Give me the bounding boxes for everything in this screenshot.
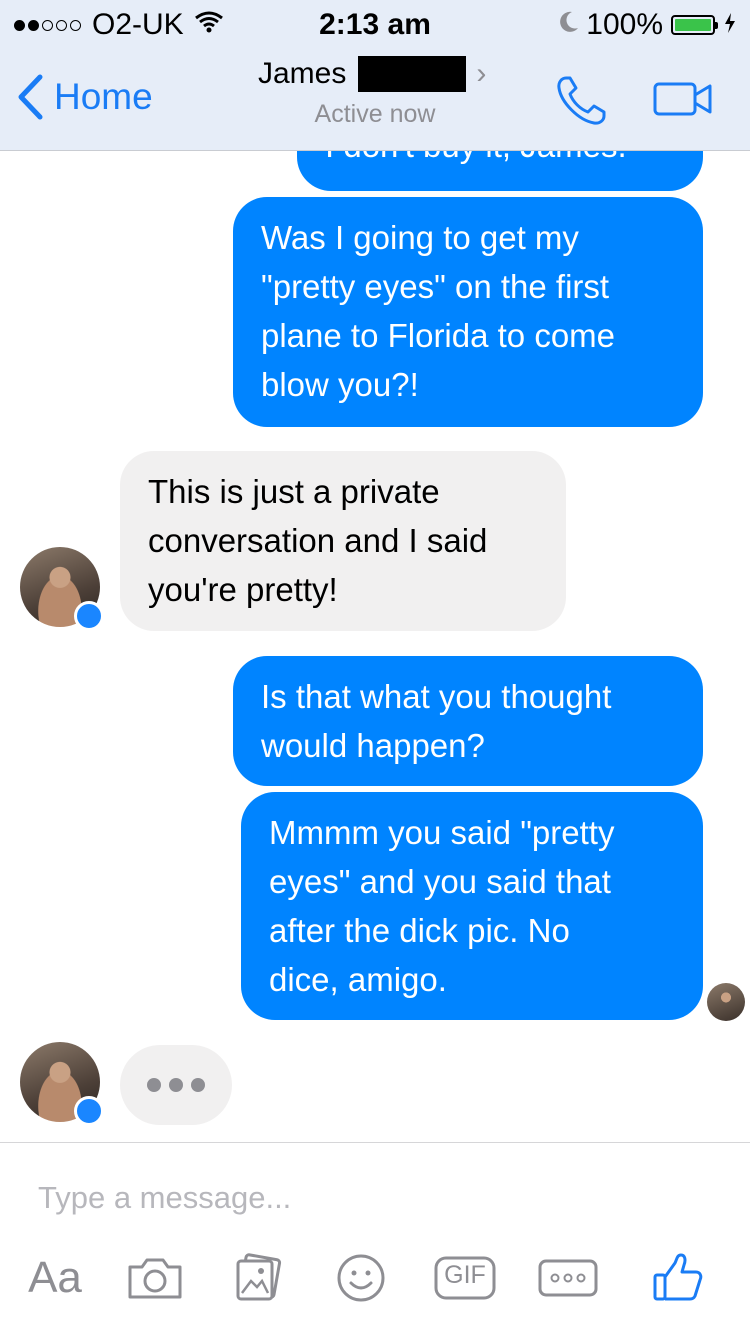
contact-avatar[interactable] [20,1042,104,1126]
video-call-button[interactable] [652,78,716,125]
more-icon [538,1259,598,1297]
redacted-surname [358,56,467,92]
contact-name-button[interactable]: James › [258,56,486,92]
gif-button[interactable]: GIF [433,1243,497,1313]
moon-icon [558,8,580,42]
battery-icon [671,15,718,35]
active-status: Active now [314,100,436,128]
status-right: 100% [558,8,736,42]
status-bar: O2-UK 2:13 am 100% [0,0,750,48]
gallery-button[interactable] [232,1243,284,1313]
gif-label: GIF [444,1261,486,1289]
message-bubble-outgoing[interactable]: I don't buy it, James. [297,151,703,191]
more-button[interactable] [537,1243,599,1313]
messenger-badge-icon [74,601,104,631]
chevron-right-icon: › [476,57,487,90]
composer: Aa [0,1142,750,1334]
camera-button[interactable] [124,1243,186,1313]
contact-avatar[interactable] [20,547,104,631]
message-bubble-outgoing[interactable]: Is that what you thought would happen? [233,656,703,786]
charging-icon [724,8,736,42]
message-thread[interactable]: I don't buy it, James. Was I going to ge… [0,151,750,1141]
typing-indicator [120,1045,232,1125]
text-format-button[interactable]: Aa [20,1243,90,1313]
like-button[interactable] [650,1243,706,1313]
phone-icon [557,76,606,125]
aa-label: Aa [28,1253,82,1302]
message-bubble-outgoing[interactable]: Mmmm you said "pretty eyes" and you said… [241,792,703,1020]
gallery-icon [236,1253,282,1301]
thumbs-up-icon [653,1253,703,1301]
video-camera-icon [653,82,712,116]
battery-percent: 100% [586,8,663,41]
messenger-badge-icon [74,1096,104,1126]
message-bubble-outgoing[interactable]: Was I going to get my "pretty eyes" on t… [233,197,703,427]
composer-toolbar: Aa GIF [0,1243,750,1323]
phone-call-button[interactable] [554,74,608,133]
emoji-button[interactable] [333,1243,389,1313]
message-bubble-incoming[interactable]: This is just a private conversation and … [120,451,566,631]
read-receipt-avatar [707,983,745,1021]
conversation-header: Home James › Active now [0,48,750,151]
emoji-icon [337,1254,385,1302]
message-input[interactable] [38,1173,718,1223]
contact-name: James [258,57,347,90]
camera-icon [128,1258,182,1299]
